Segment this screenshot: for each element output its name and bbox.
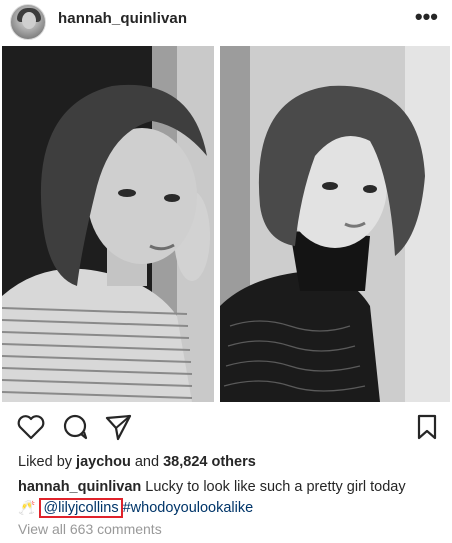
likes-line: Liked by jaychou and 38,824 others [18, 454, 256, 470]
right-photo-illustration [220, 46, 450, 402]
caption-mention[interactable]: @lilyjcollins [39, 498, 123, 518]
caption-line-2: 🥂 @lilyjcollins #whodoyoulookalike [18, 498, 448, 518]
caption-text: Lucky to look like such a pretty girl to… [141, 479, 406, 495]
comment-icon[interactable] [60, 412, 90, 442]
caption-username[interactable]: hannah_quinlivan [18, 479, 141, 495]
avatar-face [22, 12, 36, 29]
likes-user[interactable]: jaychou [76, 454, 131, 470]
post-username[interactable]: hannah_quinlivan [58, 10, 187, 27]
share-icon[interactable] [103, 412, 133, 442]
post-caption: hannah_quinlivan Lucky to look like such… [18, 478, 448, 518]
caption-hashtag[interactable]: #whodoyoulookalike [123, 500, 254, 516]
more-dots-icon[interactable]: ••• [415, 6, 438, 28]
clinking-glasses-icon: 🥂 [18, 499, 36, 515]
bookmark-icon[interactable] [412, 412, 442, 442]
right-photo[interactable] [220, 46, 450, 402]
likes-count[interactable]: 38,824 others [163, 454, 256, 470]
left-photo-illustration [2, 46, 214, 402]
post-actions [0, 412, 452, 446]
post-header: hannah_quinlivan ••• [0, 0, 452, 44]
left-photo[interactable] [2, 46, 214, 402]
post-photos [0, 46, 452, 402]
heart-icon[interactable] [16, 412, 46, 442]
view-comments-link[interactable]: View all 663 comments [18, 521, 162, 537]
likes-middle: and [130, 454, 164, 470]
avatar[interactable] [10, 4, 46, 40]
likes-prefix: Liked by [18, 454, 77, 470]
